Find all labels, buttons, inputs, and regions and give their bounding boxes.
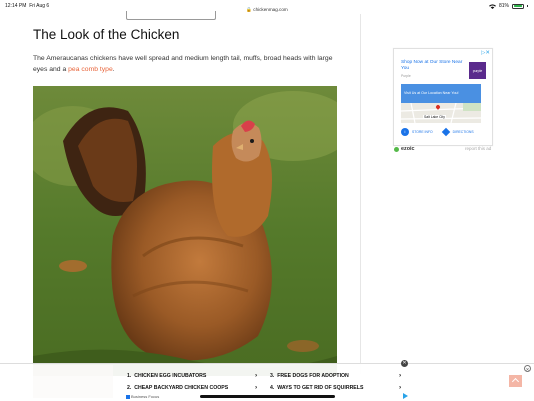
sponsored-link-1[interactable]: 1. CHICKEN EGG INCUBATORS	[127, 373, 206, 379]
ad-actions: i STORE INFO DIRECTIONS	[401, 126, 481, 138]
pea-comb-link[interactable]: pea comb type	[68, 66, 113, 73]
ad-choices-icon[interactable]: ▷✕	[481, 50, 490, 56]
chicken-photo	[33, 86, 337, 376]
address-bar[interactable]: 🔒 chickenmag.com	[0, 7, 534, 13]
status-bar: 12:14 PM Fri Aug 6 🔒 chickenmag.com 81%	[0, 0, 534, 12]
ad-advertiser: Purple	[401, 74, 411, 78]
ad-map[interactable]: Salt Lake City	[401, 103, 481, 123]
ezoic-label: ezoic	[401, 146, 415, 152]
sponsor-logo-icon	[126, 394, 130, 399]
status-icons: 81%	[488, 3, 528, 9]
sponsored-link-4[interactable]: 4. WAYS TO GET RID OF SQUIRRELS	[270, 385, 363, 391]
ezoic-logo-icon	[394, 146, 399, 152]
column-divider	[360, 14, 361, 374]
sponsor-label: Business Focus	[126, 394, 159, 399]
url-text: chickenmag.com	[253, 7, 288, 12]
chevron-right-icon: ›	[399, 372, 402, 379]
directions-link[interactable]: DIRECTIONS	[453, 130, 474, 134]
ad-choices-icon[interactable]	[403, 393, 408, 399]
sponsor-text: Business Focus	[131, 394, 160, 399]
sponsored-link-2[interactable]: 2. CHEAP BACKYARD CHICKEN COOPS	[127, 385, 228, 391]
map-roads	[401, 103, 481, 123]
chevron-right-icon: ›	[255, 372, 258, 379]
home-indicator[interactable]	[200, 395, 335, 398]
ad-cta-button[interactable]: Visit Us at Our Location Near You!	[401, 84, 481, 103]
chevron-right-icon: ›	[255, 384, 258, 391]
page-title: The Look of the Chicken	[33, 27, 180, 42]
intro-paragraph: The Ameraucanas chickens have well sprea…	[33, 53, 333, 75]
close-ad-icon[interactable]: ✕	[401, 360, 408, 367]
battery-icon	[512, 3, 524, 9]
chicken-image	[33, 86, 337, 376]
sponsored-links: 1. CHICKEN EGG INCUBATORS › 3. FREE DOGS…	[127, 372, 405, 394]
sponsored-link-3[interactable]: 3. FREE DOGS FOR ADOPTION	[270, 373, 349, 379]
scroll-to-top-button[interactable]	[509, 375, 522, 387]
side-ad[interactable]: ▷✕ Shop Now at Our Store Near You Purple…	[393, 48, 493, 146]
intro-end: .	[112, 66, 115, 73]
battery-percent: 81%	[498, 3, 509, 9]
wifi-icon	[488, 3, 496, 9]
directions-icon	[441, 127, 450, 137]
store-info-link[interactable]: STORE INFO	[412, 130, 433, 134]
map-city-label: Salt Lake City	[423, 115, 446, 119]
ad-headline[interactable]: Shop Now at Our Store Near You	[401, 60, 463, 71]
search-box-edge[interactable]	[126, 11, 216, 20]
report-ad-link[interactable]: report this ad	[465, 146, 491, 151]
info-icon: i	[401, 128, 409, 136]
ad-logo[interactable]: purple	[469, 62, 486, 79]
ezoic-badge[interactable]: ezoic	[394, 146, 414, 152]
chevron-right-icon: ›	[399, 384, 402, 391]
dismiss-icon[interactable]: ✕	[524, 365, 531, 372]
